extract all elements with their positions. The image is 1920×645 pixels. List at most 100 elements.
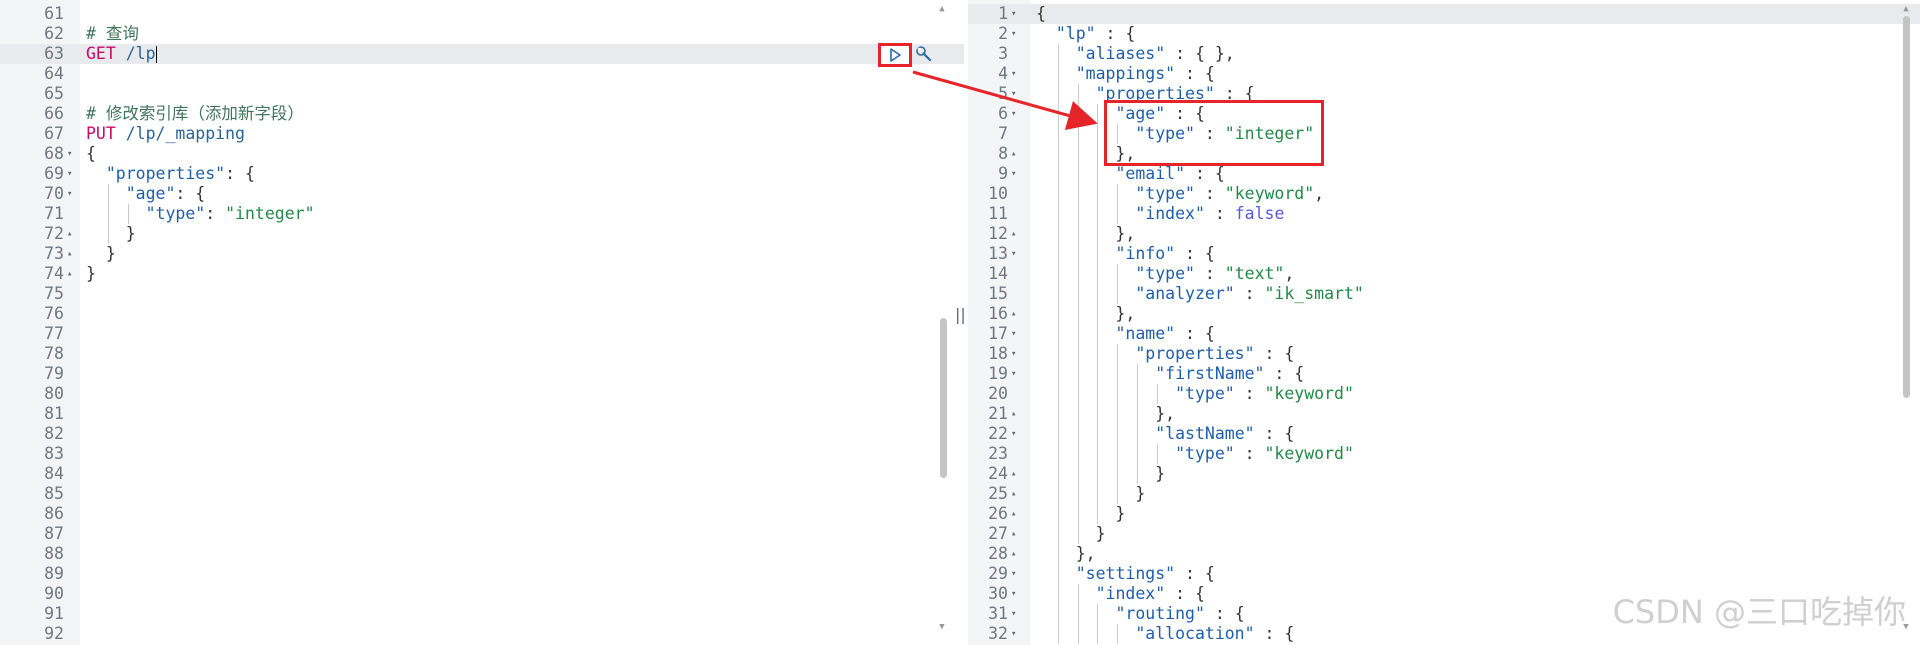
code-line[interactable]: 18 ▾ "properties" : { <box>968 344 1920 364</box>
code-line[interactable]: 3 "aliases" : { }, <box>968 44 1920 64</box>
code-line[interactable]: 14 "type" : "text", <box>968 264 1920 284</box>
code-line[interactable]: 17 ▾ "name" : { <box>968 324 1920 344</box>
code-line[interactable]: 15 "analyzer" : "ik_smart" <box>968 284 1920 304</box>
code-line[interactable]: 61 <box>0 4 964 24</box>
code-line[interactable]: 4 ▾ "mappings" : { <box>968 64 1920 84</box>
code-line[interactable]: 62 # 查询 <box>0 24 964 44</box>
code-line[interactable]: 83 <box>0 444 964 464</box>
code-line[interactable]: 88 <box>0 544 964 564</box>
fold-toggle-icon[interactable]: ▾ <box>1011 64 1016 84</box>
code-line[interactable]: 23 "type" : "keyword" <box>968 444 1920 464</box>
code-line[interactable]: 66 # 修改索引库（添加新字段） <box>0 104 964 124</box>
code-line[interactable]: 91 <box>0 604 964 624</box>
code-line[interactable]: 75 <box>0 284 964 304</box>
code-line[interactable]: 2 ▾ "lp" : { <box>968 24 1920 44</box>
fold-toggle-icon[interactable]: ▾ <box>1011 624 1016 644</box>
code-line[interactable]: 74 ▴} <box>0 264 964 284</box>
fold-toggle-icon[interactable]: ▾ <box>1011 584 1016 604</box>
code-line[interactable]: 9 ▾ "email" : { <box>968 164 1920 184</box>
code-text: "settings" : { <box>1036 564 1215 584</box>
code-line[interactable]: 76 <box>0 304 964 324</box>
unfold-marker-icon[interactable]: ▴ <box>1011 404 1016 424</box>
unfold-marker-icon[interactable]: ▴ <box>1011 304 1016 324</box>
request-options-button[interactable] <box>912 44 936 66</box>
code-line[interactable]: 89 <box>0 564 964 584</box>
fold-toggle-icon[interactable]: ▾ <box>1011 344 1016 364</box>
code-line[interactable]: 21 ▴ }, <box>968 404 1920 424</box>
code-line[interactable]: 16 ▴ }, <box>968 304 1920 324</box>
unfold-marker-icon[interactable]: ▴ <box>67 244 72 264</box>
fold-toggle-icon[interactable]: ▾ <box>1011 604 1016 624</box>
code-line[interactable]: 64 <box>0 64 964 84</box>
code-line[interactable]: 20 "type" : "keyword" <box>968 384 1920 404</box>
fold-toggle-icon[interactable]: ▾ <box>67 164 72 184</box>
code-line[interactable]: 73 ▴ } <box>0 244 964 264</box>
code-line[interactable]: 25 ▴ } <box>968 484 1920 504</box>
indent-guide <box>1057 224 1059 244</box>
code-text: "properties": { <box>86 164 255 184</box>
scrollbar-thumb[interactable] <box>940 318 947 478</box>
code-line[interactable]: 63 GET /lp <box>0 44 964 64</box>
scroll-up-arrow[interactable]: ▲ <box>936 4 948 14</box>
unfold-marker-icon[interactable]: ▴ <box>1011 544 1016 564</box>
code-line[interactable]: 68 ▾ { <box>0 144 964 164</box>
code-line[interactable]: 28 ▴ }, <box>968 544 1920 564</box>
fold-toggle-icon[interactable]: ▾ <box>67 184 72 204</box>
code-line[interactable]: 80 <box>0 384 964 404</box>
unfold-marker-icon[interactable]: ▴ <box>67 224 72 244</box>
code-line[interactable]: 1 ▾ { <box>968 4 1920 24</box>
code-line[interactable]: 19 ▾ "firstName" : { <box>968 364 1920 384</box>
code-line[interactable]: 27 ▴ } <box>968 524 1920 544</box>
fold-toggle-icon[interactable]: ▾ <box>1011 84 1016 104</box>
code-line[interactable]: 29 ▾ "settings" : { <box>968 564 1920 584</box>
code-line[interactable]: 22 ▾ "lastName" : { <box>968 424 1920 444</box>
code-line[interactable]: 90 <box>0 584 964 604</box>
code-line[interactable]: 86 <box>0 504 964 524</box>
unfold-marker-icon[interactable]: ▴ <box>1011 504 1016 524</box>
scroll-down-arrow[interactable]: ▼ <box>936 622 948 632</box>
code-line[interactable]: 10 "type" : "keyword", <box>968 184 1920 204</box>
fold-toggle-icon[interactable]: ▾ <box>1011 164 1016 184</box>
unfold-marker-icon[interactable]: ▴ <box>1011 224 1016 244</box>
fold-toggle-icon[interactable]: ▾ <box>1011 24 1016 44</box>
code-line[interactable]: 77 <box>0 324 964 344</box>
code-line[interactable]: 11 "index" : false <box>968 204 1920 224</box>
code-line[interactable]: 24 ▴ } <box>968 464 1920 484</box>
fold-toggle-icon[interactable]: ▾ <box>1011 564 1016 584</box>
fold-toggle-icon[interactable]: ▾ <box>1011 104 1016 124</box>
code-line[interactable]: 71 "type": "integer" <box>0 204 964 224</box>
request-editor-pane[interactable]: 61 62 # 查询 63 GET /lp 64 65 66 # 修改索引库（添加新字段） 67 P… <box>0 0 964 645</box>
unfold-marker-icon[interactable]: ▴ <box>1011 484 1016 504</box>
scrollbar-thumb[interactable] <box>1903 16 1910 398</box>
fold-toggle-icon[interactable]: ▾ <box>67 144 72 164</box>
fold-toggle-icon[interactable]: ▾ <box>1011 324 1016 344</box>
unfold-marker-icon[interactable]: ▴ <box>67 264 72 284</box>
code-line[interactable]: 13 ▾ "info" : { <box>968 244 1920 264</box>
code-line[interactable]: 78 <box>0 344 964 364</box>
code-line[interactable]: 81 <box>0 404 964 424</box>
indent-guide <box>1077 224 1079 244</box>
code-line[interactable]: 85 <box>0 484 964 504</box>
unfold-marker-icon[interactable]: ▴ <box>1011 524 1016 544</box>
code-line[interactable]: 67 PUT /lp/_mapping <box>0 124 964 144</box>
code-line[interactable]: 84 <box>0 464 964 484</box>
fold-toggle-icon[interactable]: ▾ <box>1011 4 1016 24</box>
fold-toggle-icon[interactable]: ▾ <box>1011 364 1016 384</box>
code-line[interactable]: 87 <box>0 524 964 544</box>
run-request-button[interactable] <box>878 43 912 67</box>
code-line[interactable]: 82 <box>0 424 964 444</box>
code-line[interactable]: 69 ▾ "properties": { <box>0 164 964 184</box>
code-line[interactable]: 65 <box>0 84 964 104</box>
code-line[interactable]: 72 ▴ } <box>0 224 964 244</box>
code-line[interactable]: 12 ▴ }, <box>968 224 1920 244</box>
fold-toggle-icon[interactable]: ▾ <box>1011 244 1016 264</box>
unfold-marker-icon[interactable]: ▴ <box>1011 144 1016 164</box>
unfold-marker-icon[interactable]: ▴ <box>1011 464 1016 484</box>
code-line[interactable]: 92 <box>0 624 964 644</box>
code-line[interactable]: 70 ▾ "age": { <box>0 184 964 204</box>
pane-resize-handle[interactable]: || <box>955 305 966 324</box>
code-line[interactable]: 26 ▴ } <box>968 504 1920 524</box>
scroll-up-arrow[interactable]: ▲ <box>1900 4 1912 14</box>
code-line[interactable]: 79 <box>0 364 964 384</box>
fold-toggle-icon[interactable]: ▾ <box>1011 424 1016 444</box>
